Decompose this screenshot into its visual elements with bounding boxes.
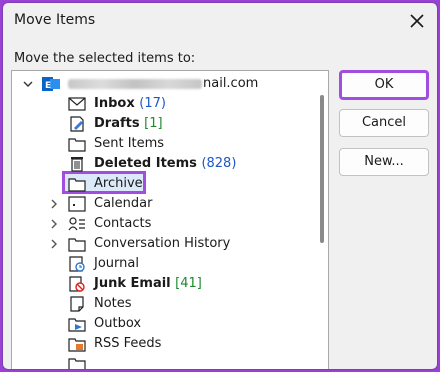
rss-icon (68, 338, 86, 352)
inbox-envelope-icon (68, 97, 86, 111)
folder-label-rss-feeds: RSS Feeds (94, 336, 162, 351)
folder-icon (68, 178, 86, 192)
folder-label-sent-items: Sent Items (94, 136, 165, 151)
folder-label-outbox: Outbox (94, 316, 142, 331)
move-prompt-label: Move the selected items to: (14, 51, 196, 66)
trash-icon (71, 157, 83, 172)
chevron-right-icon[interactable] (49, 199, 59, 209)
tree-row-partial[interactable] (12, 354, 312, 369)
tree-row-archive[interactable]: Archive (12, 174, 312, 194)
dialog-title: Move Items (14, 12, 96, 28)
folder-label-inbox: Inbox (94, 96, 135, 111)
folder-label-junk-email: Junk Email (94, 276, 171, 291)
contacts-icon (68, 217, 85, 231)
tree-row-inbox[interactable]: Inbox (17) (12, 94, 312, 114)
account-email-suffix: nail.com (203, 76, 259, 91)
account-email-blurred (68, 78, 202, 89)
journal-icon (69, 256, 85, 272)
chevron-right-icon[interactable] (49, 219, 59, 229)
new-folder-button[interactable]: New... (339, 148, 429, 176)
folder-count-inbox: (17) (139, 96, 166, 111)
tree-scrollbar[interactable] (320, 95, 324, 243)
folder-label-deleted-items: Deleted Items (94, 156, 197, 171)
folder-label-journal: Journal (94, 256, 139, 271)
notes-icon (70, 296, 84, 312)
cancel-button[interactable]: Cancel (339, 109, 429, 137)
folder-label-contacts: Contacts (94, 216, 152, 231)
folder-label-conversation-history: Conversation History (94, 236, 231, 251)
tree-row-junk-email[interactable]: Junk Email [41] (12, 274, 312, 294)
svg-text:E: E (45, 81, 51, 91)
tree-row-account[interactable]: E nail.com (12, 74, 312, 94)
tree-row-rss-feeds[interactable]: RSS Feeds (12, 334, 312, 354)
tree-row-contacts[interactable]: Contacts (12, 214, 312, 234)
tree-row-deleted-items[interactable]: Deleted Items (828) (12, 154, 312, 174)
folder-label-drafts: Drafts (94, 116, 140, 131)
tree-row-drafts[interactable]: Drafts [1] (12, 114, 312, 134)
tree-row-notes[interactable]: Notes (12, 294, 312, 314)
tree-row-conversation-history[interactable]: Conversation History (12, 234, 312, 254)
folder-count-junk-email: [41] (175, 276, 202, 291)
tree-row-outbox[interactable]: Outbox (12, 314, 312, 334)
move-items-dialog: Move Items Move the selected items to: E… (2, 2, 438, 370)
close-icon[interactable] (407, 11, 427, 31)
outbox-icon (68, 318, 86, 332)
folder-icon (68, 358, 86, 369)
folder-count-deleted-items: (828) (201, 156, 237, 171)
ok-button[interactable]: OK (339, 70, 429, 100)
tree-row-calendar[interactable]: Calendar (12, 194, 312, 214)
folder-count-drafts: [1] (144, 116, 163, 131)
chevron-down-icon[interactable] (23, 79, 33, 89)
tree-row-journal[interactable]: Journal (12, 254, 312, 274)
folder-tree[interactable]: E nail.com Inbox (17) Drafts [1] Sent It… (11, 70, 329, 369)
folder-label-notes: Notes (94, 296, 132, 311)
folder-icon (68, 238, 86, 252)
junk-email-icon (69, 276, 85, 292)
folder-label-calendar: Calendar (94, 196, 153, 211)
tree-row-sent-items[interactable]: Sent Items (12, 134, 312, 154)
folder-icon (68, 138, 86, 152)
calendar-icon (68, 196, 86, 212)
chevron-right-icon[interactable] (49, 239, 59, 249)
drafts-pencil-icon (70, 116, 84, 132)
outlook-account-icon: E (42, 77, 60, 91)
folder-label-archive: Archive (94, 176, 143, 191)
title-bar: Move Items (3, 3, 437, 39)
